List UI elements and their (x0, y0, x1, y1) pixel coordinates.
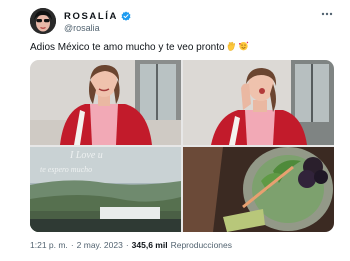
window-writing-line-1: I Love u (69, 150, 103, 161)
tweet-meta: 1:21 p. m. · 2 may. 2023 · 345,6 mil Rep… (30, 240, 232, 250)
meta-separator: · (125, 240, 129, 250)
photo-1[interactable] (30, 60, 181, 145)
photo-4[interactable] (183, 147, 334, 232)
tweet-text: Adios México te amo mucho y te veo pront… (30, 41, 249, 54)
meta-separator: · (70, 240, 74, 250)
photo-3[interactable]: I Love u te espero mucho (30, 147, 181, 232)
window-writing-line-2: te espero mucho (40, 165, 92, 174)
tweet-time[interactable]: 1:21 p. m. (30, 240, 68, 250)
waving-hand-emoji (227, 41, 235, 51)
views-count: 345,6 mil (131, 240, 168, 250)
more-options-icon[interactable] (320, 8, 334, 20)
views-label: Reproducciones (170, 240, 233, 250)
tweet-body: Adios México te amo mucho y te veo pront… (30, 42, 225, 53)
verified-badge-icon (121, 11, 131, 21)
smiling-face-with-hearts-emoji (238, 41, 248, 51)
avatar[interactable] (30, 8, 56, 34)
display-name[interactable]: ROSALÍA (64, 11, 118, 22)
media-grid: I Love u te espero mucho (30, 60, 334, 232)
photo-2[interactable] (183, 60, 334, 145)
user-handle[interactable]: @rosalia (64, 23, 100, 33)
tweet-date[interactable]: 2 may. 2023 (77, 240, 123, 250)
